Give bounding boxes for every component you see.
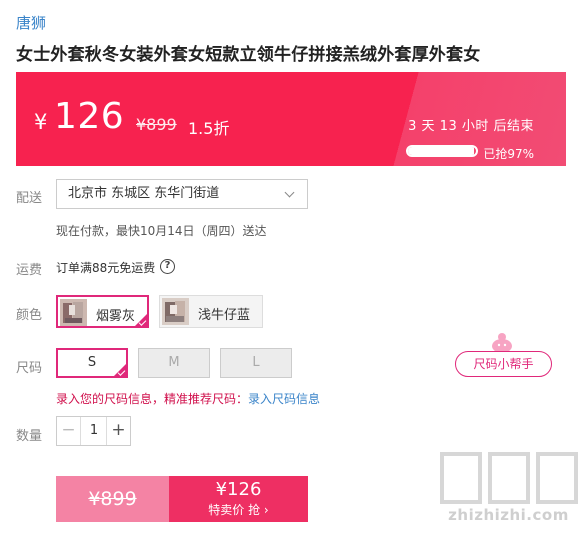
size-info-link[interactable]: 录入尺码信息	[248, 392, 320, 406]
quantity-input[interactable]: 1	[81, 417, 107, 445]
sold-progress-bar	[406, 145, 478, 157]
brand-name[interactable]: 唐狮	[16, 12, 46, 33]
quantity-label: 数量	[16, 429, 43, 444]
color-thumbnail-image	[60, 299, 87, 326]
price-banner: ¥ 126 ¥899 1.5折 3 天 13 小时 后结束 已抢97%	[16, 72, 566, 166]
original-price: ¥899	[136, 115, 177, 134]
sold-progress-fill	[408, 147, 474, 155]
mascot-icon	[492, 333, 512, 352]
color-thumbnail-image	[162, 298, 189, 325]
shipping-info: 订单满88元免运费	[56, 261, 156, 275]
size-hint-text: 录入您的尺码信息，精准推荐尺码：	[56, 392, 249, 406]
quantity-stepper: − 1 +	[56, 416, 131, 446]
address-select[interactable]: 北京市 东城区 东华门街道	[56, 179, 308, 209]
shipping-label: 运费	[16, 263, 43, 278]
watermark-logo-icon	[440, 452, 482, 504]
delivery-label: 配送	[16, 191, 43, 206]
watermark: zhizhizhi.com	[436, 452, 581, 530]
size-option-label: S	[87, 355, 97, 370]
buy-label: 特卖价 抢 ›	[208, 503, 269, 517]
color-option-light-denim-blue[interactable]: 浅牛仔蓝	[159, 295, 263, 328]
buy-now-button[interactable]: ¥126 特卖价 抢 ›	[169, 476, 308, 522]
size-option-s[interactable]: S	[56, 348, 128, 378]
size-option-label: L	[252, 355, 260, 370]
color-option-label: 浅牛仔蓝	[198, 308, 251, 323]
size-hint: 录入您的尺码信息，精准推荐尺码：录入尺码信息	[56, 390, 320, 407]
size-option-label: M	[168, 355, 180, 370]
size-option-m[interactable]: M	[138, 348, 210, 378]
watermark-logo-icon	[536, 452, 578, 504]
watermark-logo-icon	[488, 452, 530, 504]
currency-symbol: ¥	[34, 110, 48, 134]
quantity-decrease-button[interactable]: −	[57, 417, 81, 445]
buy-area: ¥899 ¥126 特卖价 抢 ›	[56, 476, 308, 522]
size-option-l[interactable]: L	[220, 348, 292, 378]
chevron-down-icon	[284, 187, 295, 198]
sale-price: 126	[54, 96, 125, 137]
size-label: 尺码	[16, 361, 43, 376]
size-helper-button[interactable]: 尺码小帮手	[455, 351, 552, 377]
help-icon[interactable]: ?	[160, 259, 175, 274]
quantity-increase-button[interactable]: +	[106, 417, 130, 445]
color-label: 颜色	[16, 308, 43, 323]
color-option-label: 烟雾灰	[96, 309, 136, 324]
buy-price: ¥126	[215, 479, 262, 500]
color-option-smoke-grey[interactable]: 烟雾灰	[56, 295, 149, 328]
delivery-estimate: 现在付款，最快10月14日（周四）送达	[56, 224, 267, 238]
sold-percent-label: 已抢97%	[483, 147, 534, 161]
countdown-timer: 3 天 13 小时 后结束	[408, 119, 534, 134]
watermark-text: zhizhizhi.com	[448, 506, 569, 524]
address-value: 北京市 东城区 东华门街道	[68, 186, 220, 201]
discount-label: 1.5折	[188, 119, 230, 138]
buy-original-price: ¥899	[56, 476, 169, 522]
product-title: 女士外套秋冬女装外套女短款立领牛仔拼接羔绒外套厚外套女	[16, 45, 481, 65]
